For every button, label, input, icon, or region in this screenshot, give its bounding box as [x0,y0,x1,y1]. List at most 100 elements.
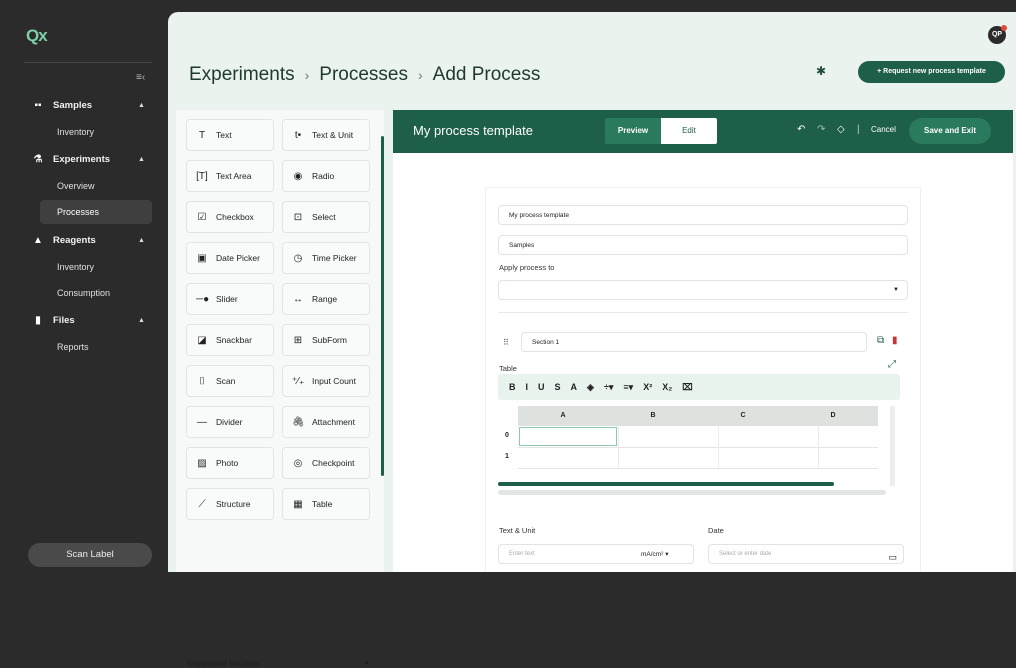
table-cell-selected[interactable] [519,427,617,446]
palette-scrollbar[interactable] [381,136,384,476]
expand-icon[interactable]: ⤢ [888,359,896,370]
format-button[interactable]: U [538,382,545,392]
column-header[interactable]: D [788,406,878,426]
date-picker-icon: ▣ [197,252,207,264]
palette-item-range[interactable]: ↔ Range [282,283,370,315]
sidebar: Qx ≡‹ ▪▪ Samples ▲ Inventory ⚗ Experimen… [0,0,168,572]
palette-item-photo[interactable]: ▨ Photo [186,447,274,479]
time-picker-icon: ◷ [293,252,303,264]
sidebar-group-samples[interactable]: ▪▪ Samples ▲ [32,100,144,111]
sidebar-item-samples-inventory[interactable]: Inventory [57,127,94,137]
palette-item-text[interactable]: T Text [186,119,274,151]
table-scroll-track[interactable] [498,490,886,495]
palette-item-table[interactable]: ▦ Table [282,488,370,520]
column-header[interactable]: B [608,406,698,426]
format-button[interactable]: S [555,382,561,392]
sidebar-group-reagents[interactable]: ▲ Reagents ▲ [32,235,145,246]
palette-item-label: Text [216,130,232,140]
breadcrumb-processes[interactable]: Processes [319,64,408,86]
unit-select[interactable]: mA/cm² ▾ [641,545,668,564]
calendar-icon[interactable]: ▭ [888,548,897,567]
table-vertical-scrollbar[interactable] [890,406,895,486]
sidebar-group-label: Experiments [53,154,111,165]
column-header[interactable]: A [518,406,608,426]
delete-icon[interactable]: ▮ [892,335,898,346]
palette-item-label: Attachment [312,417,355,427]
palette-item-select[interactable]: ⊡ Select [282,201,370,233]
snackbar-icon: ◪ [197,334,207,346]
apply-process-select[interactable]: ▼ [498,280,908,300]
scan-label-button[interactable]: Scan Label [28,543,152,567]
palette-item-text-unit[interactable]: t• Text & Unit [282,119,370,151]
breadcrumb-experiments[interactable]: Experiments [189,64,295,86]
avatar[interactable]: QP [988,25,1007,44]
breadcrumb: Experiments › Processes › Add Process [189,64,540,86]
palette-item-radio[interactable]: ◉ Radio [282,160,370,192]
section-name-input[interactable]: Section 1 [521,332,867,352]
cancel-button[interactable]: Cancel [871,125,896,134]
format-button[interactable]: X₂ [662,382,672,392]
suggested-sections-label[interactable]: Suggested sections [186,658,260,668]
caret-up-icon[interactable]: ▲ [363,659,370,666]
collapse-sidebar-icon[interactable]: ≡‹ [136,72,145,83]
date-input[interactable]: Select or enter date ▭ [708,544,904,564]
scan-icon: ⌷ [199,375,205,387]
palette-item-input-count[interactable]: ⁺⁄₊ Input Count [282,365,370,397]
grid-icon: ▪▪ [34,100,42,111]
palette-item-scan[interactable]: ⌷ Scan [186,365,274,397]
format-button[interactable]: B [509,382,516,392]
sidebar-item-reports[interactable]: Reports [57,342,89,352]
divider-icon: — [197,416,207,428]
drag-handle-icon[interactable]: ⠿ [503,338,509,347]
palette-item-label: Divider [216,417,243,427]
slider-icon: ─● [196,293,210,305]
format-button[interactable]: ◈ [587,382,594,393]
text-unit-input[interactable]: Enter text mA/cm² ▾ [498,544,694,564]
format-button[interactable]: ≡▾ [623,382,633,393]
palette-item-attachment[interactable]: 🖇 Attachment [282,406,370,438]
eraser-icon[interactable]: ◇ [837,124,845,135]
sidebar-item-consumption[interactable]: Consumption [57,288,110,298]
palette-item-checkbox[interactable]: ☑ Checkbox [186,201,274,233]
save-and-exit-button[interactable]: Save and Exit [909,118,991,144]
palette-item-time-picker[interactable]: ◷ Time Picker [282,242,370,274]
palette-item-structure[interactable]: ⟋ Structure [186,488,274,520]
palette-item-date-picker[interactable]: ▣ Date Picker [186,242,274,274]
palette-item-divider[interactable]: — Divider [186,406,274,438]
apply-process-label: Apply process to [499,263,555,272]
table-horizontal-scrollbar[interactable] [498,482,834,486]
format-button[interactable]: A [571,382,578,392]
palette-item-label: Date Picker [216,253,260,263]
sidebar-group-experiments[interactable]: ⚗ Experiments ▲ [32,154,145,165]
format-button[interactable]: ⌧ [682,382,692,393]
format-button[interactable]: I [526,382,529,392]
checkbox-icon: ☑ [197,211,207,223]
palette-item-checkpoint[interactable]: ◎ Checkpoint [282,447,370,479]
format-button[interactable]: X² [643,382,652,392]
palette-item-subform[interactable]: ⊞ SubForm [282,324,370,356]
template-name-input[interactable]: My process template [498,205,908,225]
sidebar-item-processes[interactable]: Processes [40,200,152,224]
text-icon: T [198,129,206,141]
gear-icon[interactable]: ✱ [816,64,826,78]
structure-icon: ⟋ [198,498,206,510]
request-template-button[interactable]: + Request new process template [858,61,1005,83]
palette-item-label: Photo [216,458,239,468]
palette-item-label: Structure [216,499,251,509]
sidebar-item-reagents-inventory[interactable]: Inventory [57,262,94,272]
copy-icon[interactable]: ⧉ [877,335,884,346]
table-icon: ▦ [293,498,303,510]
sidebar-item-overview[interactable]: Overview [57,181,95,191]
tab-edit[interactable]: Edit [661,118,717,144]
text-unit-label: Text & Unit [499,526,536,535]
palette-item-text-area[interactable]: [T] Text Area [186,160,274,192]
tab-preview[interactable]: Preview [605,118,661,144]
palette-item-snackbar[interactable]: ◪ Snackbar [186,324,274,356]
palette-item-slider[interactable]: ─● Slider [186,283,274,315]
template-type-select[interactable]: Samples [498,235,908,255]
format-button[interactable]: ÷▾ [604,382,613,393]
sidebar-group-files[interactable]: ▮ Files ▲ [32,315,145,326]
undo-icon[interactable]: ↶ [797,124,805,135]
redo-icon[interactable]: ↷ [817,124,825,135]
column-header[interactable]: C [698,406,788,426]
